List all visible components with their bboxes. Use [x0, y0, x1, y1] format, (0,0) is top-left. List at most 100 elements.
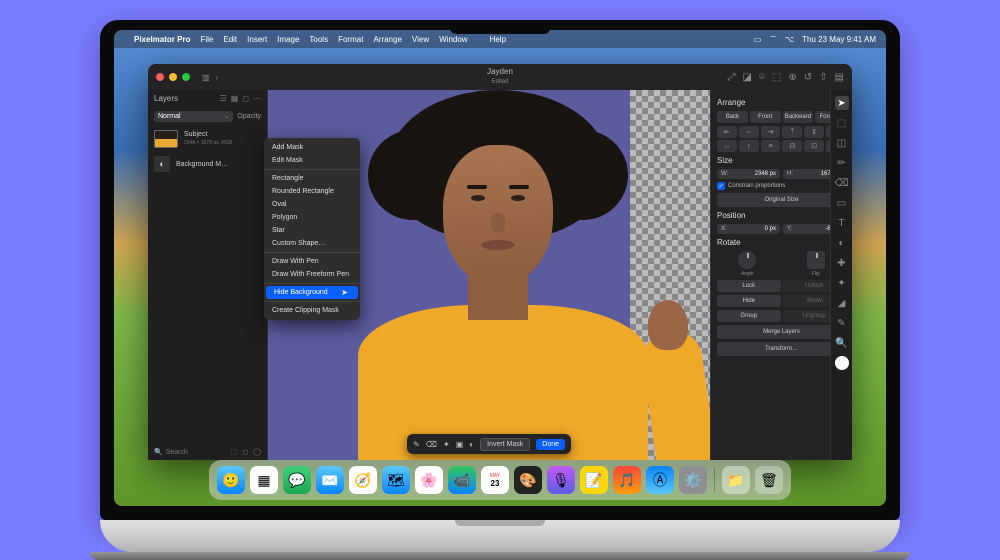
- dock-music-icon[interactable]: 🎵: [613, 466, 641, 494]
- rotate-dial[interactable]: [738, 251, 756, 269]
- constrain-proportions-checkbox[interactable]: ✓ Constrain proportions: [717, 182, 846, 190]
- brush-icon[interactable]: ✎: [413, 440, 420, 449]
- menu-tools[interactable]: Tools: [309, 35, 328, 44]
- order-back-button[interactable]: Back: [717, 111, 748, 123]
- menu-format[interactable]: Format: [338, 35, 363, 44]
- refine-icon[interactable]: ✦: [443, 440, 450, 449]
- menu-view[interactable]: View: [412, 35, 429, 44]
- shape-tool-icon[interactable]: ▭: [835, 196, 849, 210]
- menu-help[interactable]: Help: [490, 35, 506, 44]
- eraser-icon[interactable]: ⌫: [426, 440, 437, 449]
- dock-mail-icon[interactable]: ✉️: [316, 466, 344, 494]
- dock-pixelmator-icon[interactable]: 🎨: [514, 466, 542, 494]
- arrow-tool-icon[interactable]: ➤: [835, 96, 849, 110]
- color-well-icon[interactable]: [835, 356, 849, 370]
- ctx-create-clipping-mask[interactable]: Create Clipping Mask: [264, 304, 360, 317]
- group-button[interactable]: Group: [717, 310, 781, 322]
- order-front-button[interactable]: Front: [750, 111, 781, 123]
- history-icon[interactable]: ↺: [804, 72, 812, 83]
- lock-button[interactable]: Lock: [717, 280, 781, 292]
- done-button[interactable]: Done: [536, 439, 565, 450]
- dock-settings-icon[interactable]: ⚙️: [679, 466, 707, 494]
- dock-downloads-icon[interactable]: 📁: [722, 466, 750, 494]
- distribute-v-icon[interactable]: ↕: [739, 140, 759, 152]
- ctx-add-mask[interactable]: Add Mask: [264, 141, 360, 154]
- ctx-rounded-rectangle[interactable]: Rounded Rectangle: [264, 185, 360, 198]
- layers-grid-icon[interactable]: ▦: [231, 94, 239, 103]
- transform-button[interactable]: Transform…: [717, 342, 846, 356]
- add-icon[interactable]: ⊕: [788, 72, 796, 83]
- dock-notes-icon[interactable]: 📝: [580, 466, 608, 494]
- share-icon[interactable]: ⇧: [819, 72, 827, 83]
- inspector-toggle-icon[interactable]: ▤: [835, 72, 844, 83]
- titlebar[interactable]: ▥ › Jayden Edited ⤢ ◪ ⌾ ⬚ ⊕ ↺ ⇧ ▤: [148, 64, 852, 90]
- ctx-oval[interactable]: Oval: [264, 198, 360, 211]
- align-center-icon[interactable]: ⇔: [739, 126, 759, 138]
- close-button[interactable]: [156, 73, 164, 81]
- align-left-icon[interactable]: ⇤: [717, 126, 737, 138]
- ctx-star[interactable]: Star: [264, 224, 360, 237]
- dock-podcasts-icon[interactable]: 🎙: [547, 466, 575, 494]
- erase-tool-icon[interactable]: ⌫: [835, 176, 849, 190]
- select-subject-icon[interactable]: ▣: [456, 440, 464, 449]
- dock-photos-icon[interactable]: 🌸: [415, 466, 443, 494]
- zoom-tool-icon[interactable]: 🔍: [835, 336, 849, 350]
- ctx-polygon[interactable]: Polygon: [264, 211, 360, 224]
- ctx-draw-freeform-pen[interactable]: Draw With Freeform Pen: [264, 268, 360, 281]
- menubar-app-name[interactable]: Pixelmator Pro: [134, 35, 190, 44]
- layer-item-subject[interactable]: Subject 2348 × 1678 px, RGB: [148, 126, 267, 152]
- ctx-edit-mask[interactable]: Edit Mask: [264, 154, 360, 167]
- layers-more-icon[interactable]: ⋯: [253, 94, 261, 103]
- distribute-even-h-icon[interactable]: ⊟: [782, 140, 802, 152]
- layers-search-input[interactable]: Search: [166, 449, 188, 456]
- flip-control[interactable]: [807, 251, 825, 269]
- invert-mask-button[interactable]: Invert Mask: [480, 438, 530, 451]
- zoom-icon[interactable]: ⤢: [727, 72, 735, 83]
- align-right-icon[interactable]: ⇥: [761, 126, 781, 138]
- menu-file[interactable]: File: [200, 35, 213, 44]
- color-tool-icon[interactable]: ◐: [835, 236, 849, 250]
- crop-icon[interactable]: ⬚: [772, 72, 781, 83]
- mask-shortcut-icon[interactable]: ◻: [242, 448, 248, 456]
- dock-trash-icon[interactable]: 🗑: [755, 466, 783, 494]
- picker-tool-icon[interactable]: ✎: [835, 316, 849, 330]
- repair-tool-icon[interactable]: ✚: [835, 256, 849, 270]
- layers-lock-icon[interactable]: ◻: [242, 94, 249, 103]
- nav-chevron-icon[interactable]: ›: [216, 73, 219, 82]
- width-field[interactable]: W:2348 px: [717, 169, 780, 179]
- align-middle-icon[interactable]: ⇕: [804, 126, 824, 138]
- selection-tool-icon[interactable]: ◫: [835, 136, 849, 150]
- wifi-icon[interactable]: ⌔: [769, 34, 777, 44]
- menu-arrange[interactable]: Arrange: [373, 35, 401, 44]
- original-size-button[interactable]: Original Size: [717, 193, 846, 207]
- crop-tool-icon[interactable]: ⬚: [835, 116, 849, 130]
- type-tool-icon[interactable]: T: [835, 216, 849, 230]
- adjustments-shortcut-icon[interactable]: ◯: [253, 448, 261, 456]
- dock-finder-icon[interactable]: 🙂: [217, 466, 245, 494]
- align-top-icon[interactable]: ⤒: [782, 126, 802, 138]
- distribute-spacing-icon[interactable]: ≡: [761, 140, 781, 152]
- dock-calendar-icon[interactable]: MAY23: [481, 466, 509, 494]
- battery-icon[interactable]: ▭: [754, 35, 762, 44]
- ctx-draw-pen[interactable]: Draw With Pen: [264, 255, 360, 268]
- layer-item-background-mask[interactable]: ◐ Background M…: [148, 152, 267, 176]
- menubar-datetime[interactable]: Thu 23 May 9:41 AM: [802, 35, 876, 44]
- minimize-button[interactable]: [169, 73, 177, 81]
- distribute-h-icon[interactable]: ↔: [717, 140, 737, 152]
- dock-appstore-icon[interactable]: Ⓐ: [646, 466, 674, 494]
- menu-image[interactable]: Image: [277, 35, 299, 44]
- gradient-mask-icon[interactable]: ◐: [469, 440, 474, 449]
- ctx-custom-shape[interactable]: Custom Shape…: [264, 237, 360, 250]
- dock-facetime-icon[interactable]: 📹: [448, 466, 476, 494]
- control-center-icon[interactable]: ⌥: [785, 35, 794, 44]
- maximize-button[interactable]: [182, 73, 190, 81]
- paint-tool-icon[interactable]: ✏: [835, 156, 849, 170]
- merge-layers-button[interactable]: Merge Layers: [717, 325, 846, 339]
- clone-tool-icon[interactable]: ✦: [835, 276, 849, 290]
- dock-maps-icon[interactable]: 🗺: [382, 466, 410, 494]
- dock-messages-icon[interactable]: 💬: [283, 466, 311, 494]
- hide-button[interactable]: Hide: [717, 295, 781, 307]
- menu-insert[interactable]: Insert: [247, 35, 267, 44]
- dock-launchpad-icon[interactable]: ▦: [250, 466, 278, 494]
- gradient-tool-icon[interactable]: ◢: [835, 296, 849, 310]
